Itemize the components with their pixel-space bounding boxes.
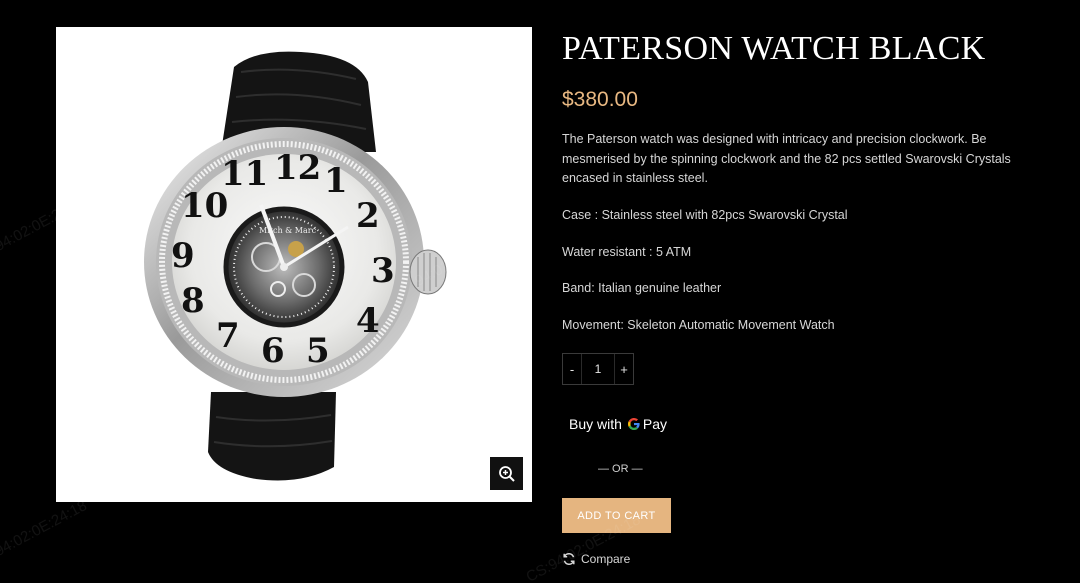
product-price: $380.00 [562,88,638,111]
svg-text:11: 11 [221,154,268,194]
spec-movement: Movement: Skeleton Automatic Movement Wa… [562,318,835,332]
watch-product-image: 12 1 2 3 4 5 6 7 8 9 10 11 Mitch & Marc [144,51,447,481]
or-divider: — OR — [598,463,643,475]
gpay-pay-label: Pay [642,416,668,432]
gpay-prefix: Buy with [569,416,622,432]
compare-link[interactable]: Compare [562,552,630,566]
refresh-icon [562,552,576,566]
svg-text:2: 2 [356,196,380,236]
svg-text:1: 1 [324,161,348,201]
add-to-cart-button[interactable]: ADD TO CART [562,498,671,533]
compare-label: Compare [581,552,631,566]
google-pay-button[interactable]: Buy with Pay [562,407,672,441]
svg-text:6: 6 [261,331,285,371]
svg-text:8: 8 [181,281,205,321]
quantity-stepper: - + [562,353,634,385]
spec-band: Band: Italian genuine leather [562,281,722,295]
watermark-text: 94:02:0E:24:18 [0,497,90,560]
quantity-input[interactable] [581,354,615,384]
crown [409,249,447,295]
spec-case: Case : Stainless steel with 82pcs Swarov… [562,208,848,222]
product-title: PATERSON WATCH BLACK [562,30,986,67]
svg-text:3: 3 [371,251,395,291]
svg-text:9: 9 [171,236,195,276]
strap-bottom [208,392,336,481]
spec-water-resistance: Water resistant : 5 ATM [562,245,692,259]
product-image-panel: 12 1 2 3 4 5 6 7 8 9 10 11 Mitch & Marc [56,27,532,502]
svg-text:4: 4 [356,301,380,341]
quantity-increment-button[interactable]: + [615,354,633,384]
quantity-decrement-button[interactable]: - [563,354,581,384]
svg-text:5: 5 [306,331,330,371]
product-description: The Paterson watch was designed with int… [562,132,1011,185]
zoom-button[interactable] [490,457,523,490]
google-g-icon [627,417,641,431]
svg-text:7: 7 [216,316,240,356]
product-page: 12 1 2 3 4 5 6 7 8 9 10 11 Mitch & Marc [0,0,1080,583]
zoom-in-icon [498,465,516,483]
svg-text:12: 12 [274,148,321,188]
